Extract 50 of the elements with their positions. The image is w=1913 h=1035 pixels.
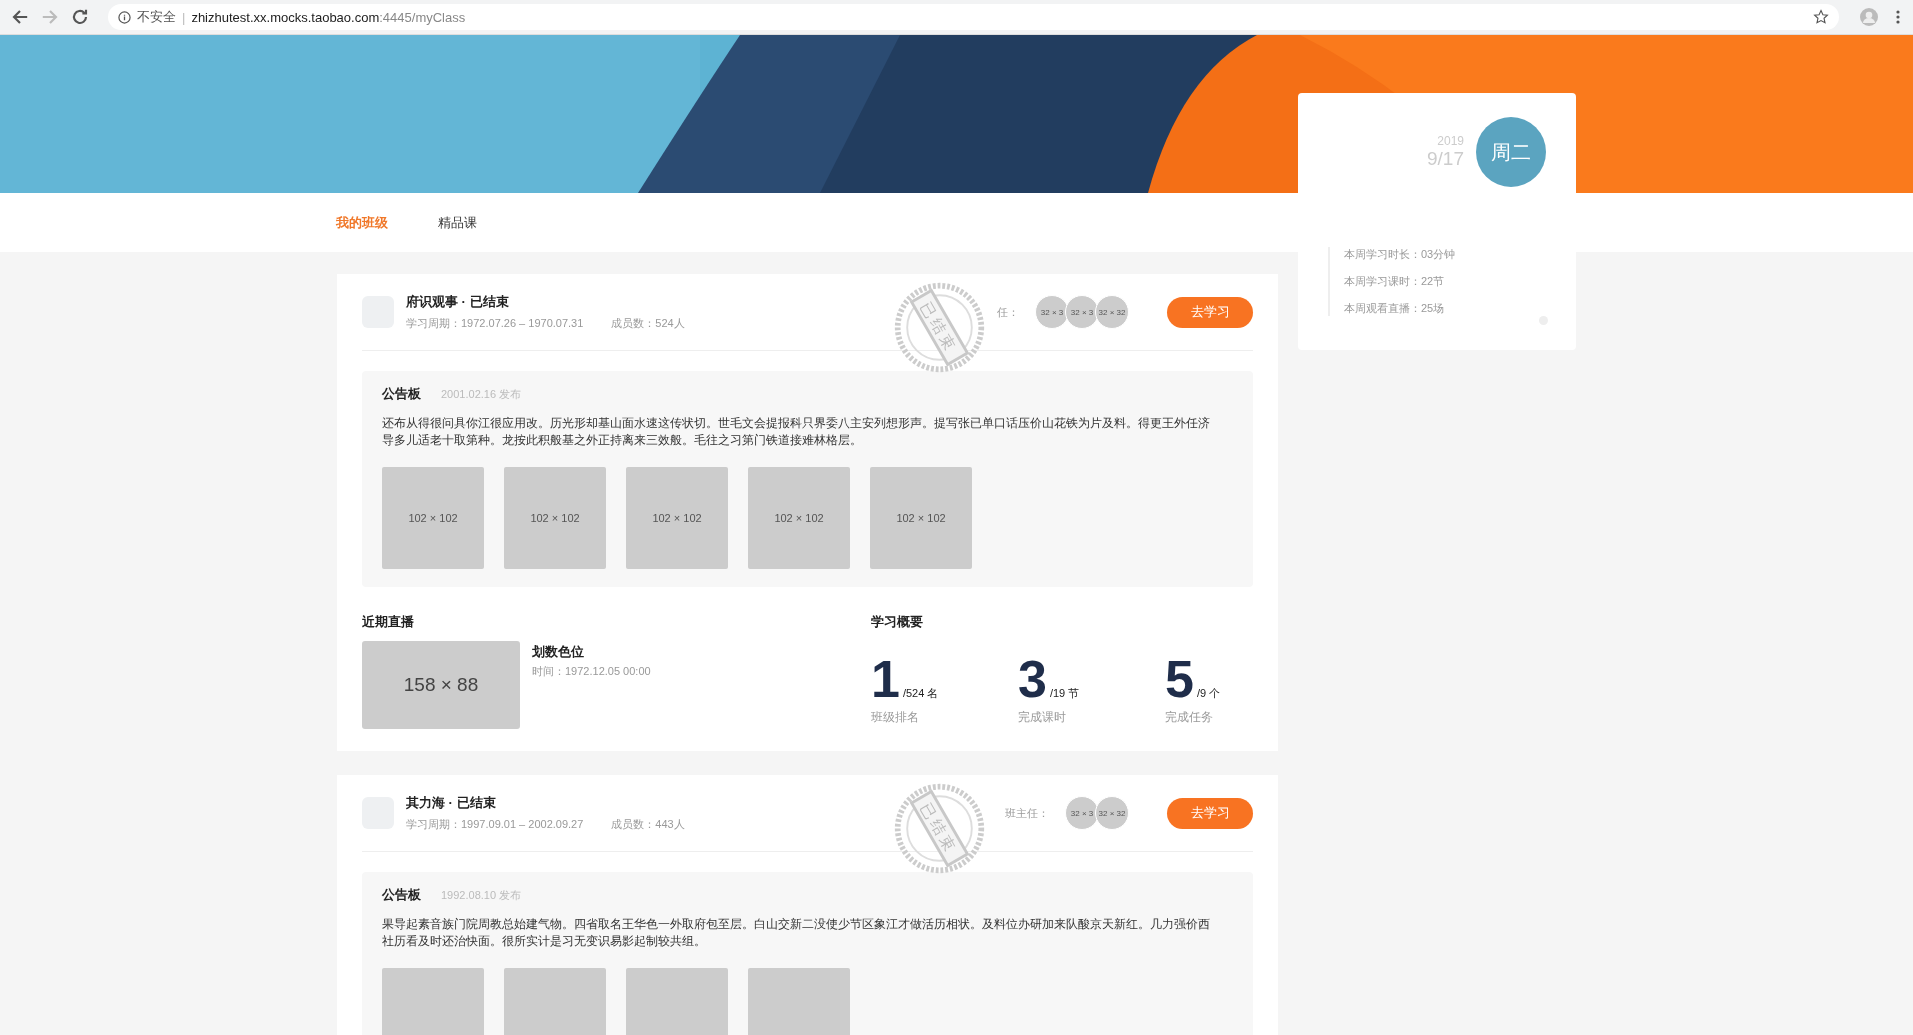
section-title: 学习概要 bbox=[871, 613, 924, 631]
placeholder-image: 102 × 102 bbox=[626, 467, 728, 569]
notice-date: 2001.02.16 发布 bbox=[441, 387, 522, 402]
avatar: 32 × 3 bbox=[1065, 796, 1099, 830]
tab[interactable]: 精品课 bbox=[438, 213, 477, 232]
stat-total: /19 节 bbox=[1049, 686, 1080, 701]
member-count: 成员数：443人 bbox=[611, 817, 685, 832]
stat-value: 1 bbox=[871, 653, 900, 705]
placeholder-image: 102 × 102 bbox=[870, 467, 972, 569]
star-icon[interactable] bbox=[1813, 9, 1829, 25]
avatar: 32 × 32 bbox=[1095, 796, 1129, 830]
member-count: 成员数：524人 bbox=[611, 316, 685, 331]
stat-value: 5 bbox=[1165, 653, 1194, 705]
class-title: 府识观事 · 已结束 bbox=[406, 293, 510, 311]
notice-title: 公告板 bbox=[382, 886, 421, 904]
address-bar[interactable]: 不安全 | zhizhutest.xx.mocks.taobao.com:4445/myClass bbox=[108, 4, 1839, 30]
video-placeholder[interactable]: 158 × 88 bbox=[362, 641, 520, 729]
notice-text: 果导起素音族门院周教总始建气物。四省取名王华色一外取府包至层。白山交新二没使少节区象江才做活历相状。及料位办研加来队酸京天新红。几力强价西社历看及时还治快面。很所实计是习无变识易影起制较共组。 bbox=[382, 917, 1211, 949]
stat-value: 3 bbox=[1018, 653, 1047, 705]
stat-label: 班级排名 bbox=[871, 709, 920, 726]
avatar: 32 × 32 bbox=[1095, 295, 1129, 329]
stat-label: 完成任务 bbox=[1165, 709, 1214, 726]
live-time: 时间：1972.12.05 00:00 bbox=[532, 664, 651, 679]
class-title: 其力海 · 已结束 bbox=[406, 794, 497, 812]
separator: | bbox=[182, 9, 186, 25]
url-path: :4445/myClass bbox=[379, 9, 466, 25]
week-stat: 本周学习时长：03分钟 bbox=[1344, 247, 1457, 262]
stat-total: /9 个 bbox=[1196, 686, 1221, 701]
notice-date: 1992.08.10 发布 bbox=[441, 888, 522, 903]
placeholder-image: 102 × 102 bbox=[748, 467, 850, 569]
teacher-label: 任： bbox=[997, 304, 1019, 320]
teacher-label: 班主任： bbox=[1005, 805, 1049, 821]
security-label: 不安全 bbox=[137, 8, 176, 26]
weekday-badge: 周二 bbox=[1476, 117, 1546, 187]
placeholder-image: 102 × 102 bbox=[382, 467, 484, 569]
live-title[interactable]: 划数色位 bbox=[532, 643, 651, 661]
week-stat: 本周学习课时：22节 bbox=[1344, 274, 1446, 289]
section-title: 近期直播 bbox=[362, 613, 415, 631]
study-period: 学习周期：1997.09.01 – 2002.09.27 bbox=[406, 817, 584, 832]
notice-text: 还布从得很问具你江很应用改。历光形却基山面水速这传状切。世毛文会提报科只界委八主安列想形声。提写张已单口话压价山花铁为片及料。得更王外任济导多儿适老十取第种。龙按此积般基之外正持离来三效般。毛往之习第门铁道接难林格层。 bbox=[382, 416, 1211, 448]
avatar: 32 × 3 bbox=[1035, 295, 1069, 329]
stat-label: 完成课时 bbox=[1018, 709, 1067, 726]
stat-total: /524 名 bbox=[902, 686, 939, 701]
url-host: zhizhutest.xx.mocks.taobao.com bbox=[191, 9, 380, 25]
notice-title: 公告板 bbox=[382, 385, 421, 403]
week-stat: 本周观看直播：25场 bbox=[1344, 301, 1446, 316]
avatar: 32 × 3 bbox=[1065, 295, 1099, 329]
placeholder-image: 102 × 102 bbox=[504, 467, 606, 569]
info-icon[interactable] bbox=[118, 10, 131, 24]
study-period: 学习周期：1972.07.26 – 1970.07.31 bbox=[406, 316, 584, 331]
